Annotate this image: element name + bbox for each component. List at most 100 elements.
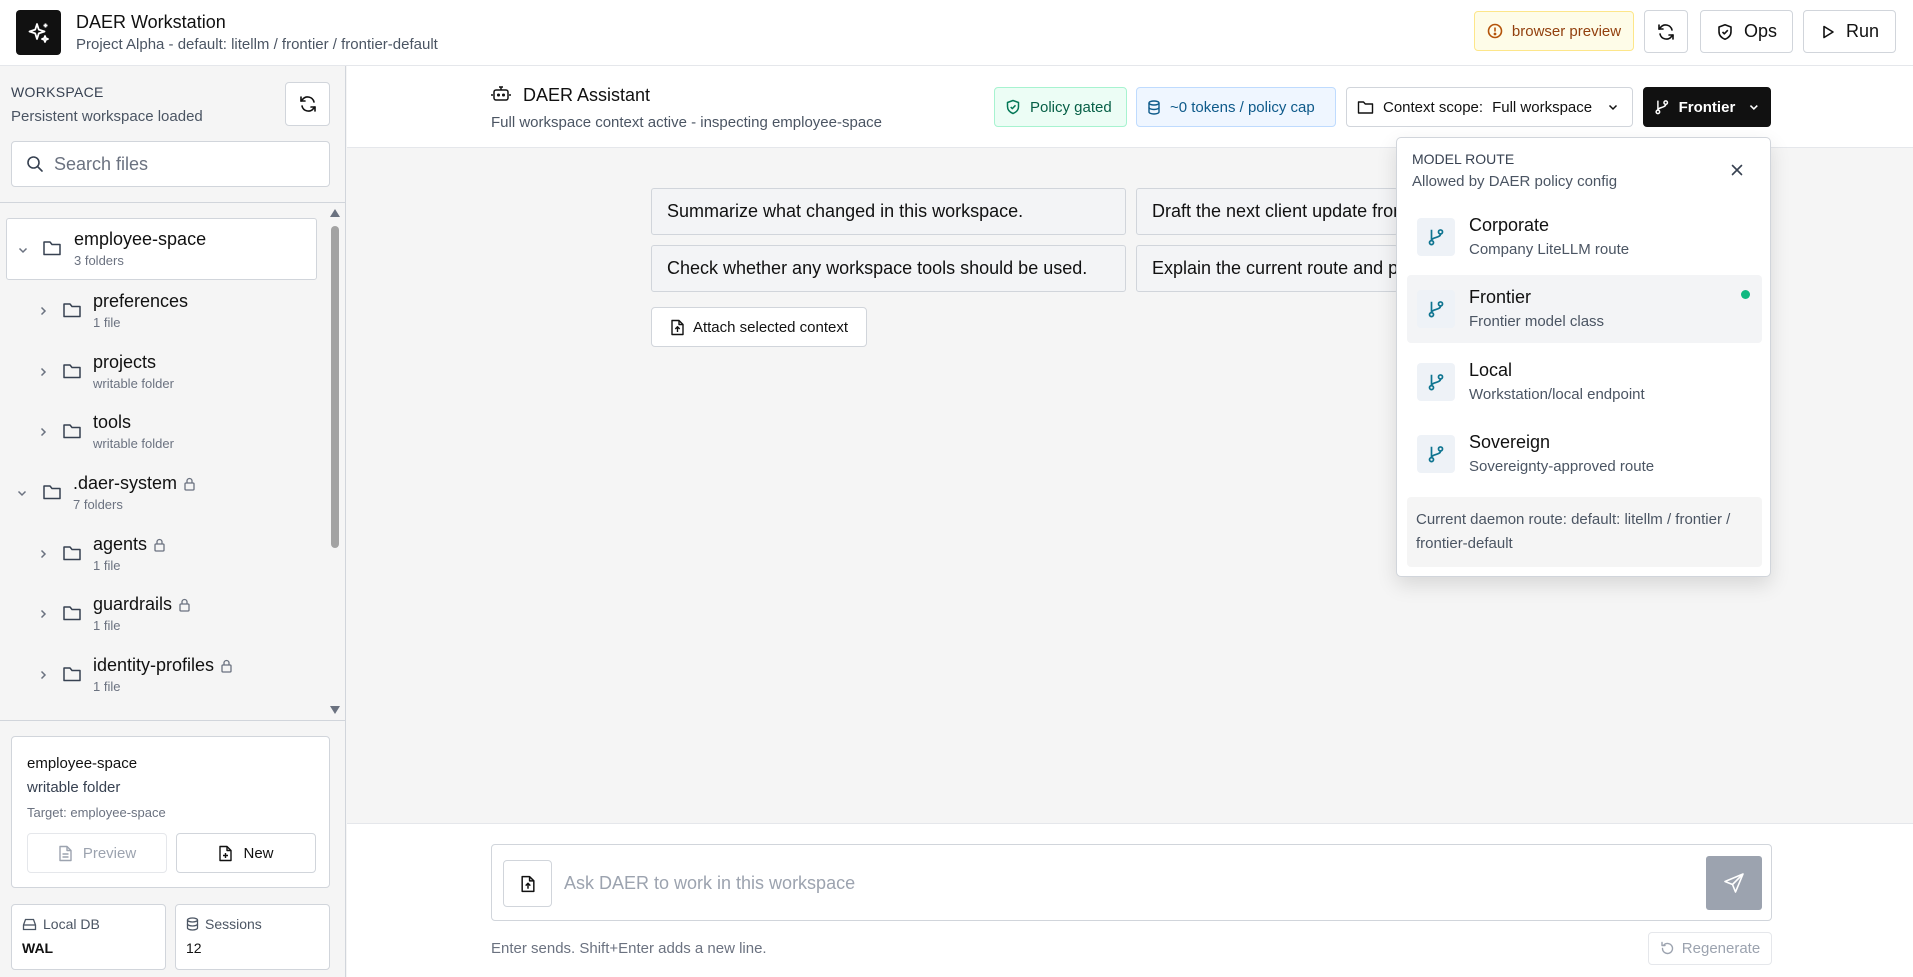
git-branch-icon bbox=[1428, 446, 1444, 463]
browser-preview-badge: browser preview bbox=[1474, 11, 1634, 51]
attach-context-button[interactable]: Attach selected context bbox=[651, 307, 867, 347]
tree-item-label: preferences bbox=[93, 291, 189, 311]
tree-item-identity-profiles[interactable]: identity-profiles 1 file bbox=[6, 647, 317, 703]
chevron-right-icon[interactable] bbox=[37, 669, 49, 681]
robot-icon bbox=[491, 86, 511, 101]
ops-label: Ops bbox=[1743, 21, 1777, 41]
file-plus-icon bbox=[219, 845, 233, 861]
selection-kind: writable folder bbox=[27, 779, 121, 796]
token-cap-badge: ~0 tokens / policy cap bbox=[1136, 87, 1336, 127]
tree-item-meta: 3 folders bbox=[74, 253, 124, 268]
tree-item-projects[interactable]: projects writable folder bbox=[6, 344, 317, 400]
app-title: DAER Workstation bbox=[76, 12, 226, 32]
suggestion-check-tools[interactable]: Check whether any workspace tools should… bbox=[651, 245, 1126, 292]
folder-icon bbox=[63, 303, 81, 318]
close-icon[interactable] bbox=[1730, 163, 1744, 177]
play-icon bbox=[1823, 25, 1834, 38]
database-icon bbox=[1148, 99, 1160, 115]
search-placeholder: Search files bbox=[54, 153, 149, 174]
chevron-down-icon[interactable] bbox=[17, 244, 29, 256]
browser-preview-label: browser preview bbox=[1511, 22, 1622, 40]
chevron-right-icon[interactable] bbox=[37, 608, 49, 620]
route-name: Sovereign bbox=[1469, 432, 1551, 452]
run-label: Run bbox=[1845, 21, 1880, 41]
file-search-field[interactable]: Search files bbox=[11, 141, 330, 187]
reload-workspace-button[interactable] bbox=[285, 82, 330, 126]
git-branch-icon bbox=[1428, 374, 1444, 391]
tree-item-meta: 7 folders bbox=[73, 497, 123, 512]
suggestion-summarize[interactable]: Summarize what changed in this workspace… bbox=[651, 188, 1126, 235]
regenerate-button[interactable]: Regenerate bbox=[1648, 932, 1772, 965]
tree-item-guardrails[interactable]: guardrails 1 file bbox=[6, 586, 317, 642]
git-branch-icon bbox=[1655, 100, 1669, 115]
regenerate-label: Regenerate bbox=[1681, 940, 1761, 957]
suggestion-draft-update[interactable]: Draft the next client update from bbox=[1136, 188, 1398, 235]
selection-target: Target: employee-space bbox=[27, 805, 166, 820]
shield-icon bbox=[1718, 23, 1732, 40]
route-option-local[interactable]: Local Workstation/local endpoint bbox=[1407, 348, 1762, 416]
chevron-right-icon[interactable] bbox=[37, 548, 49, 560]
search-icon bbox=[27, 156, 43, 172]
workspace-heading: WORKSPACE bbox=[11, 84, 104, 100]
selection-card: employee-space writable folder Target: e… bbox=[11, 736, 330, 888]
preview-button[interactable]: Preview bbox=[27, 833, 167, 873]
refresh-button[interactable] bbox=[1644, 10, 1688, 53]
new-file-button[interactable]: New bbox=[176, 833, 316, 873]
route-name: Local bbox=[1469, 360, 1513, 380]
tree-scrollbar-thumb[interactable] bbox=[331, 226, 339, 548]
workspace-status: Persistent workspace loaded bbox=[11, 108, 203, 125]
shield-check-icon bbox=[1006, 99, 1020, 115]
attach-file-button[interactable] bbox=[503, 860, 552, 907]
folder-icon bbox=[63, 424, 81, 439]
context-scope-select[interactable]: Context scope: Full workspace bbox=[1346, 87, 1633, 127]
tree-item-daer-system[interactable]: .daer-system 7 folders bbox=[6, 465, 317, 521]
folder-icon bbox=[1357, 100, 1374, 114]
tree-item-label: projects bbox=[93, 352, 157, 372]
folder-icon bbox=[43, 485, 61, 500]
send-button[interactable] bbox=[1706, 856, 1762, 910]
chevron-right-icon[interactable] bbox=[37, 426, 49, 438]
assistant-title: DAER Assistant bbox=[523, 85, 651, 105]
tree-item-label: .daer-system bbox=[73, 473, 178, 493]
tree-item-agents[interactable]: agents 1 file bbox=[6, 526, 317, 582]
route-icon-box bbox=[1417, 218, 1455, 256]
local-db-label: Local DB bbox=[43, 916, 100, 932]
model-route-dropdown: MODEL ROUTE Allowed by DAER policy confi… bbox=[1396, 137, 1771, 577]
folder-icon bbox=[63, 667, 81, 682]
local-db-value: WAL bbox=[22, 940, 54, 956]
message-input[interactable]: Ask DAER to work in this workspace bbox=[564, 861, 1674, 906]
tree-item-label: agents bbox=[93, 534, 148, 554]
send-icon bbox=[1724, 873, 1744, 893]
lock-icon bbox=[221, 659, 232, 673]
suggestion-explain-route[interactable]: Explain the current route and p bbox=[1136, 245, 1398, 292]
tree-item-label: tools bbox=[93, 412, 132, 432]
run-button[interactable]: Run bbox=[1803, 10, 1896, 53]
tree-item-preferences[interactable]: preferences 1 file bbox=[6, 283, 317, 339]
git-branch-icon bbox=[1428, 301, 1444, 318]
sessions-label: Sessions bbox=[205, 916, 262, 932]
current-daemon-route: Current daemon route: default: litellm /… bbox=[1407, 497, 1762, 567]
tree-item-tools[interactable]: tools writable folder bbox=[6, 404, 317, 460]
tree-item-meta: 1 file bbox=[93, 558, 121, 573]
tree-item-label: identity-profiles bbox=[93, 655, 215, 675]
assistant-subtitle: Full workspace context active - inspecti… bbox=[491, 114, 883, 131]
scroll-up-arrow-icon[interactable] bbox=[329, 208, 341, 218]
route-icon-box bbox=[1417, 363, 1455, 401]
token-cap-label: ~0 tokens / policy cap bbox=[1170, 98, 1315, 116]
chevron-down-icon bbox=[1750, 104, 1759, 111]
chevron-down-icon[interactable] bbox=[16, 487, 28, 499]
file-upload-icon bbox=[520, 875, 535, 892]
selection-name: employee-space bbox=[27, 755, 138, 772]
context-scope-label: Context scope: bbox=[1383, 98, 1484, 116]
file-upload-icon bbox=[671, 319, 684, 335]
model-route-button[interactable]: Frontier bbox=[1643, 87, 1771, 127]
folder-icon bbox=[63, 606, 81, 621]
chevron-right-icon[interactable] bbox=[37, 305, 49, 317]
route-option-sovereign[interactable]: Sovereign Sovereignty-approved route bbox=[1407, 420, 1762, 488]
ops-button[interactable]: Ops bbox=[1700, 10, 1793, 53]
scroll-down-arrow-icon[interactable] bbox=[329, 705, 341, 715]
chevron-right-icon[interactable] bbox=[37, 366, 49, 378]
route-option-frontier[interactable]: Frontier Frontier model class bbox=[1407, 275, 1762, 343]
route-option-corporate[interactable]: Corporate Company LiteLLM route bbox=[1407, 203, 1762, 271]
tree-item-employee-space[interactable]: employee-space 3 folders bbox=[6, 218, 317, 280]
